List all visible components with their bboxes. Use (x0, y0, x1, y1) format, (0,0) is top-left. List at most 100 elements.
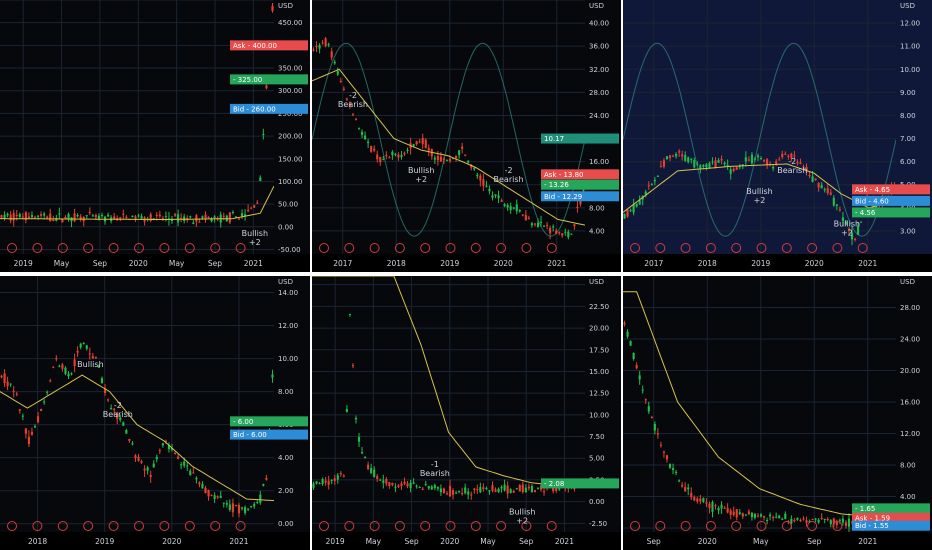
candle (58, 213, 61, 215)
candle (769, 514, 772, 517)
chart-svg: -1Bearish Bullish+2 USD 22.50 20.00 17.50 15.0… (312, 276, 621, 550)
earnings-marker-icon[interactable] (756, 243, 767, 253)
earnings-marker-icon[interactable] (630, 243, 640, 253)
candle (354, 417, 358, 420)
earnings-marker-icon[interactable] (807, 243, 818, 253)
candle (753, 158, 757, 160)
earnings-marker-icon[interactable] (134, 521, 144, 531)
earnings-marker-icon[interactable] (756, 521, 767, 531)
chart-panel-4[interactable]: Bullish-2BearishUSD14.0012.0010.008.006.… (0, 276, 310, 550)
candle (61, 219, 64, 223)
earnings-marker-icon[interactable] (32, 243, 43, 253)
y-tick-label: 12.50 (589, 390, 609, 398)
candle (195, 215, 198, 222)
chart-panel-3[interactable]: -2 Bearish Bullish +2 Bullish +2 USD 12.00 11.00… (623, 0, 932, 272)
price-axis[interactable] (274, 276, 310, 550)
earnings-marker-icon[interactable] (319, 243, 329, 253)
candle (49, 380, 52, 382)
y-tick-label: 36.00 (589, 43, 609, 51)
earnings-marker-icon[interactable] (159, 521, 170, 531)
earnings-marker-icon[interactable] (369, 243, 380, 253)
earnings-marker-icon[interactable] (655, 521, 666, 531)
earnings-marker-icon[interactable] (832, 243, 843, 253)
candle (400, 483, 403, 487)
earnings-marker-icon[interactable] (184, 243, 195, 253)
earnings-marker-icon[interactable] (807, 521, 818, 531)
time-axis[interactable] (0, 254, 310, 272)
earnings-marker-icon[interactable] (445, 243, 456, 253)
candle (364, 135, 367, 140)
earnings-marker-icon[interactable] (159, 243, 170, 253)
candle (360, 131, 364, 135)
earnings-marker-icon[interactable] (781, 243, 792, 253)
earnings-marker-icon[interactable] (235, 243, 246, 253)
chart-panel-5[interactable]: -1 Bearish Bullish +2 USD 22.50 20.00 17.50 15.0… (312, 276, 621, 550)
candle (43, 213, 46, 216)
x-tick-label: 2018 (698, 259, 717, 268)
candle (723, 162, 726, 165)
chart-panel-1[interactable]: Bullish+2USD450.00400.00350.00300.00250.… (0, 0, 310, 272)
earnings-marker-icon[interactable] (57, 243, 68, 253)
earnings-marker-icon[interactable] (680, 243, 691, 253)
earnings-marker-icon[interactable] (344, 243, 355, 253)
earnings-marker-icon[interactable] (857, 243, 868, 253)
candle (88, 212, 91, 214)
candle (482, 179, 485, 186)
candle (750, 512, 753, 518)
earnings-marker-icon[interactable] (235, 521, 246, 531)
candle (808, 174, 811, 177)
candle (726, 508, 729, 513)
candle (702, 164, 705, 167)
candle (439, 488, 442, 493)
candle (70, 373, 73, 375)
chart-svg: Bullish+2USD450.00400.00350.00300.00250.… (0, 0, 310, 272)
candle (379, 479, 382, 481)
candle (744, 157, 747, 162)
time-axis[interactable] (623, 532, 932, 550)
earnings-marker-icon[interactable] (630, 521, 640, 531)
earnings-marker-icon[interactable] (655, 243, 666, 253)
earnings-marker-icon[interactable] (83, 243, 94, 253)
earnings-marker-icon[interactable] (7, 243, 17, 253)
earnings-marker-icon[interactable] (521, 243, 532, 253)
candle (744, 514, 747, 516)
chart-panel-2[interactable]: -2 Bearish Bullish +2 -2 Bearish USD 40.00 36.00… (312, 0, 621, 272)
candle (497, 488, 500, 493)
earnings-marker-icon[interactable] (546, 243, 557, 253)
candle (814, 178, 817, 181)
y-tick-label: 8.00 (278, 388, 294, 396)
candle (626, 331, 629, 337)
earnings-marker-icon[interactable] (680, 521, 691, 531)
earnings-marker-icon[interactable] (420, 243, 431, 253)
earnings-marker-icon[interactable] (731, 243, 742, 253)
candle (385, 154, 388, 157)
earnings-marker-icon[interactable] (731, 521, 742, 531)
candle (357, 437, 361, 442)
earnings-marker-icon[interactable] (57, 521, 68, 531)
candle (385, 478, 388, 484)
candle (491, 485, 494, 491)
earnings-marker-icon[interactable] (108, 521, 119, 531)
candle (684, 487, 687, 492)
candle (253, 504, 256, 507)
y-tick-label: 7.50 (589, 433, 605, 441)
earnings-marker-icon[interactable] (83, 521, 94, 531)
earnings-marker-icon[interactable] (108, 243, 119, 253)
earnings-marker-icon[interactable] (470, 243, 481, 253)
price-label: - 2.08 (544, 480, 564, 488)
earnings-marker-icon[interactable] (210, 521, 221, 531)
time-axis[interactable] (312, 254, 621, 272)
earnings-marker-icon[interactable] (134, 243, 144, 253)
candle (671, 468, 675, 470)
candle (841, 518, 844, 523)
chart-panel-6[interactable]: USD28.0024.0020.0016.0012.008.004.000.00… (623, 276, 932, 550)
candle (832, 197, 835, 206)
axis-unit-label: USD (900, 2, 915, 10)
earnings-marker-icon[interactable] (7, 521, 17, 531)
earnings-marker-icon[interactable] (781, 521, 792, 531)
time-axis[interactable] (312, 532, 621, 550)
earnings-marker-icon[interactable] (496, 243, 507, 253)
earnings-marker-icon[interactable] (184, 521, 195, 531)
time-axis[interactable] (623, 254, 932, 272)
candle (805, 520, 808, 523)
